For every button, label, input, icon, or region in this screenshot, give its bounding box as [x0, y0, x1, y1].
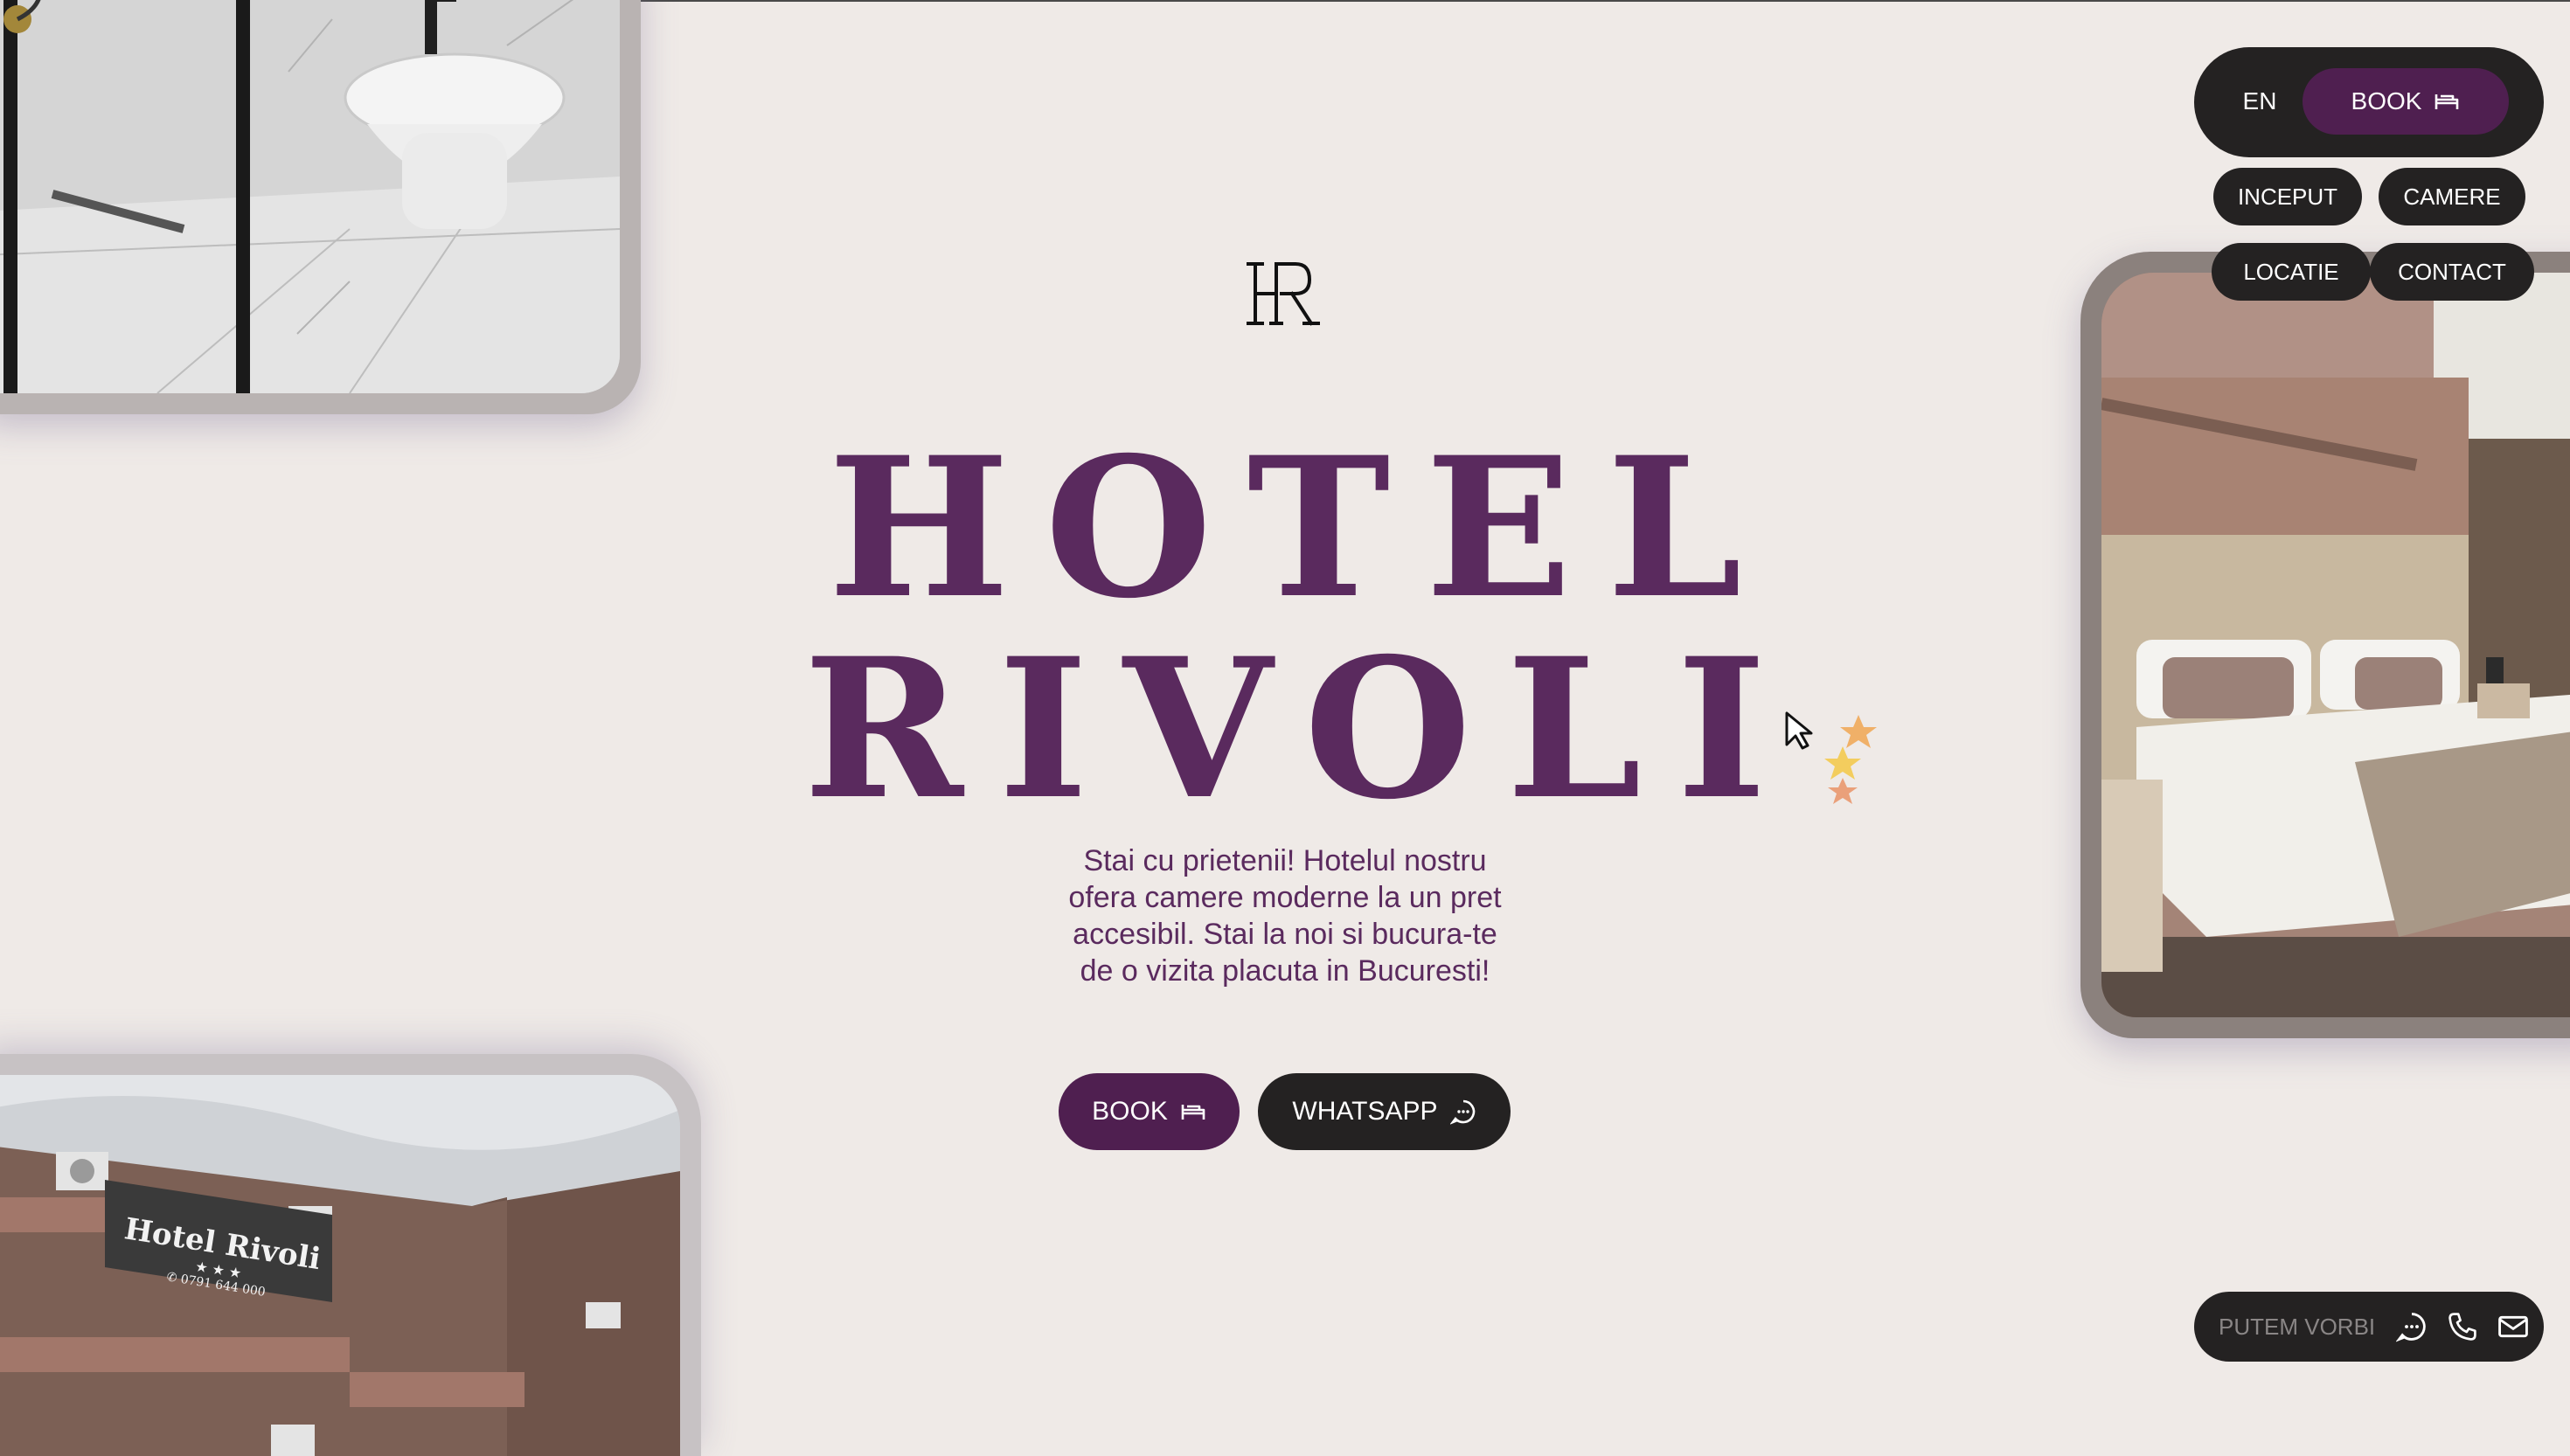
facade-photo: Hotel Rivoli ★ ★ ★ ✆ 0791 644 000	[0, 1054, 701, 1456]
nav-locatie[interactable]: LOCATIE	[2212, 243, 2371, 301]
bed-icon	[2434, 91, 2460, 112]
whatsapp-label: WHATSAPP	[1292, 1097, 1438, 1126]
logo-text: HR	[1320, 257, 1321, 258]
nav-camere[interactable]: CAMERE	[2379, 168, 2525, 225]
chat-icon[interactable]	[2394, 1309, 2429, 1344]
hero-book-button[interactable]: BOOK	[1059, 1073, 1240, 1150]
contact-bar: PUTEM VORBI	[2194, 1292, 2544, 1362]
nav-inceput-label: INCEPUT	[2237, 183, 2338, 210]
hr-monogram-icon	[1247, 262, 1320, 326]
mail-icon[interactable]	[2496, 1309, 2531, 1344]
nav-contact-label: CONTACT	[2398, 258, 2506, 285]
nav-contact[interactable]: CONTACT	[2370, 243, 2534, 301]
language-switch-button[interactable]: EN	[2220, 68, 2299, 135]
mouse-pointer-icon	[1785, 711, 1813, 750]
nav-locatie-label: LOCATIE	[2243, 258, 2339, 285]
hero-title-line2: RIVOLI	[803, 615, 1802, 842]
hero-tagline: Stai cu prietenii! Hotelul nostru ofera …	[1068, 844, 1502, 988]
bathroom-photo	[0, 0, 641, 414]
hotel-logo[interactable]: HR	[1247, 257, 1320, 330]
nav-camere-label: CAMERE	[2403, 183, 2501, 210]
sparkle-stars-icon	[1824, 715, 1877, 804]
header-book-label: BOOK	[2351, 87, 2422, 114]
hero-title-line1: HOTEL	[828, 414, 1777, 641]
facade-illustration	[0, 1075, 680, 1456]
chat-bubble-icon	[1449, 1099, 1476, 1125]
header-book-button[interactable]: BOOK	[2303, 68, 2509, 135]
contact-bar-label: PUTEM VORBI	[2219, 1313, 2376, 1340]
bed-icon	[1180, 1101, 1206, 1122]
whatsapp-button[interactable]: WHATSAPP	[1258, 1073, 1511, 1150]
language-label: EN	[2242, 87, 2277, 114]
nav-inceput[interactable]: INCEPUT	[2213, 168, 2362, 225]
hero-book-label: BOOK	[1092, 1097, 1168, 1126]
phone-icon[interactable]	[2445, 1309, 2480, 1344]
bathroom-illustration	[0, 0, 620, 393]
